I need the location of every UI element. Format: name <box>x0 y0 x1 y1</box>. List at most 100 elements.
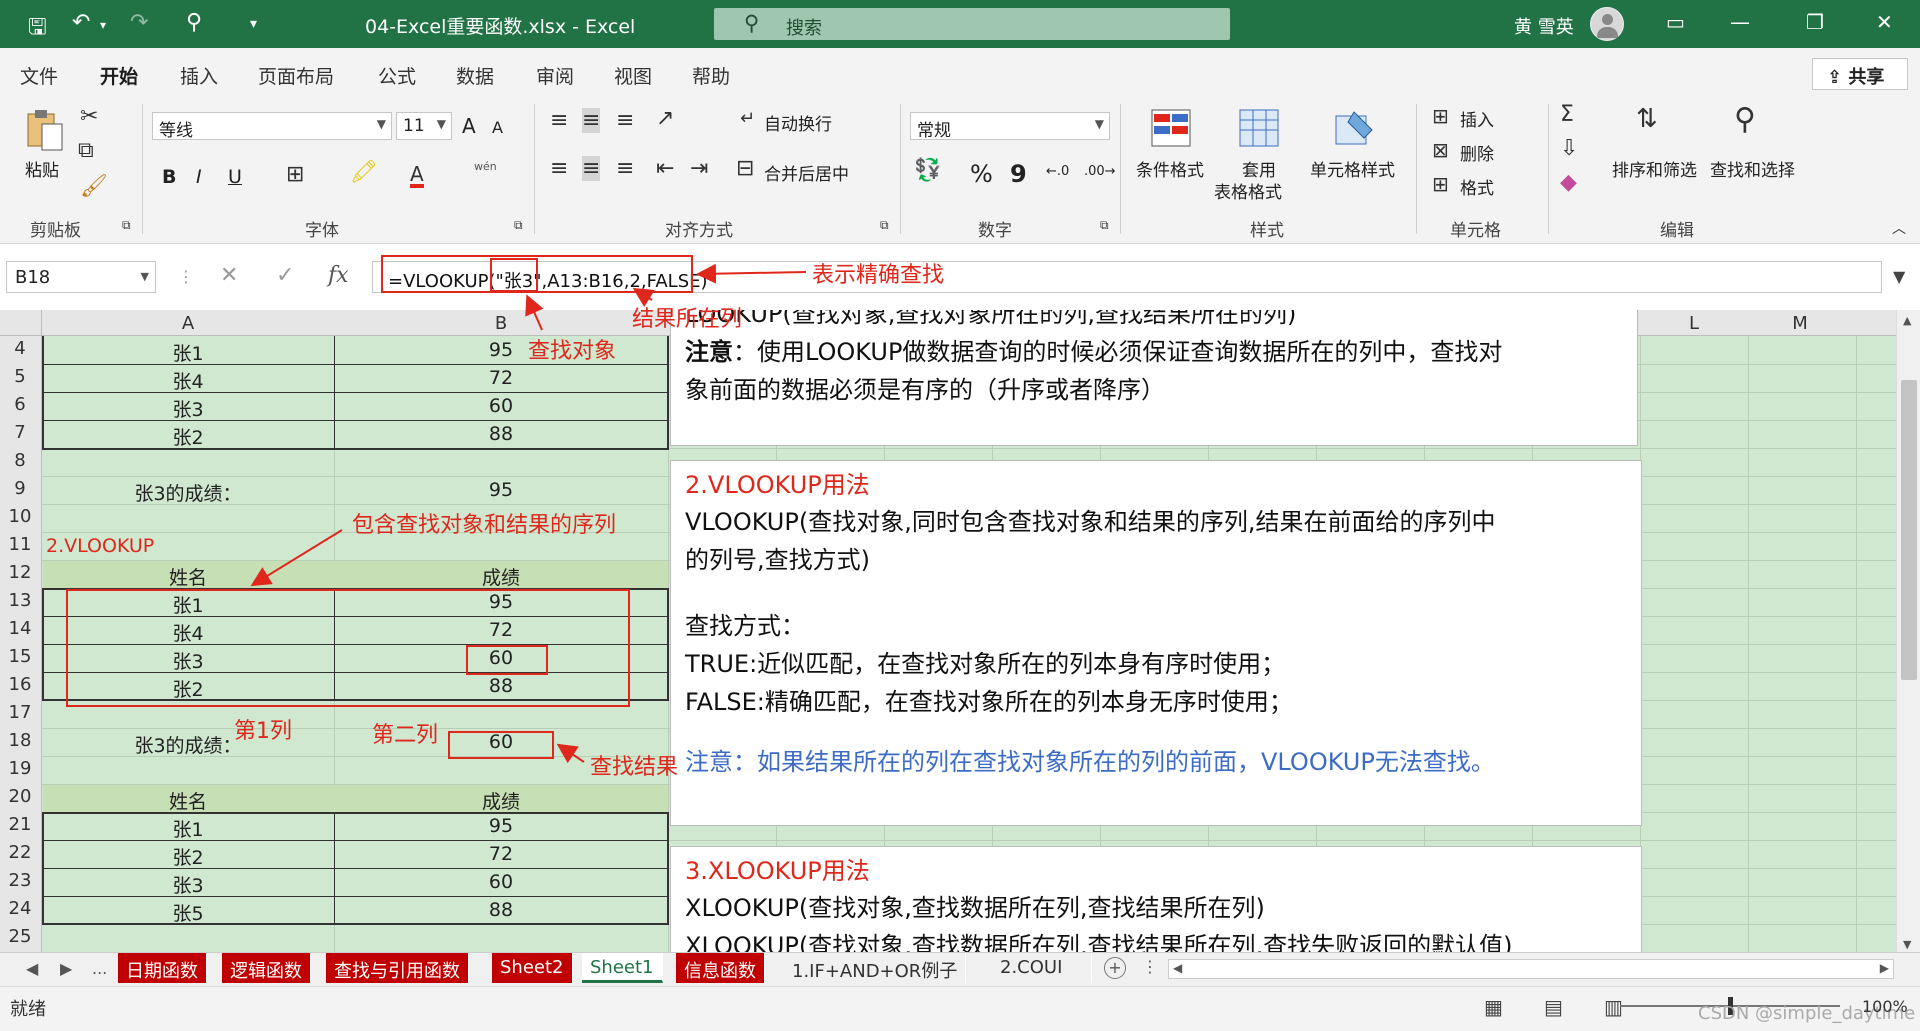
cell-a23[interactable]: 张3 <box>42 871 334 898</box>
clear-icon[interactable]: ◆ <box>1560 170 1577 195</box>
page-layout-view-icon[interactable]: ▤ <box>1544 995 1563 1019</box>
cell-a21[interactable]: 张1 <box>42 815 334 842</box>
row-header-24[interactable]: 24 <box>0 898 40 919</box>
increase-decimal-button[interactable]: ←.0 <box>1046 164 1069 179</box>
grow-font-button[interactable]: A <box>462 114 476 138</box>
col-header-b[interactable]: B <box>334 313 668 334</box>
align-bottom-icon[interactable]: ≡ <box>616 108 634 133</box>
align-top-icon[interactable]: ≡ <box>550 108 568 133</box>
tab-help[interactable]: 帮助 <box>692 62 730 89</box>
alignment-launcher-icon[interactable]: ⧉ <box>880 218 889 233</box>
sort-filter-button[interactable]: 排序和筛选 <box>1612 156 1697 181</box>
undo-icon[interactable]: ↶ <box>72 10 90 35</box>
save-icon[interactable]: 🖫 <box>28 10 47 48</box>
percent-button[interactable]: % <box>970 160 993 188</box>
cell-b5[interactable]: 72 <box>334 367 668 389</box>
scroll-left-icon[interactable]: ◀ <box>1173 961 1182 975</box>
conditional-format-button[interactable]: 条件格式 <box>1136 156 1204 181</box>
fill-color-icon[interactable]: 🖍 <box>350 160 378 185</box>
number-launcher-icon[interactable]: ⧉ <box>1100 218 1109 233</box>
format-as-table-label-2[interactable]: 表格格式 <box>1214 178 1282 203</box>
align-center-icon[interactable]: ≡ <box>582 156 601 181</box>
select-all-corner[interactable] <box>0 310 42 336</box>
merge-center-button[interactable]: 合并后居中 <box>764 160 849 185</box>
sheet-tab-logic-functions[interactable]: 逻辑函数 <box>222 953 311 983</box>
clipboard-launcher-icon[interactable]: ⧉ <box>122 218 131 233</box>
restore-icon[interactable]: ❐ <box>1806 10 1824 34</box>
cell-a7[interactable]: 张2 <box>42 423 334 450</box>
cell-a12[interactable]: 姓名 <box>42 563 334 590</box>
undo-dropdown-icon[interactable]: ▾ <box>100 18 106 32</box>
decrease-decimal-button[interactable]: .00→ <box>1084 164 1116 179</box>
cell-b12[interactable]: 成绩 <box>334 563 668 590</box>
user-name[interactable]: 黄 雪英 <box>1514 13 1574 39</box>
insert-function-button[interactable]: fx <box>328 263 349 288</box>
row-header-11[interactable]: 11 <box>0 534 40 555</box>
col-header-a[interactable]: A <box>42 313 334 334</box>
cell-a20[interactable]: 姓名 <box>42 787 334 814</box>
cell-b6[interactable]: 60 <box>334 395 668 417</box>
sheet-tab-sheet2[interactable]: Sheet2 <box>492 953 573 983</box>
fill-icon[interactable]: ⇩ <box>1560 136 1578 161</box>
tab-file[interactable]: 文件 <box>20 62 58 89</box>
cell-b21[interactable]: 95 <box>334 815 668 837</box>
row-header-15[interactable]: 15 <box>0 646 40 667</box>
number-format-select[interactable]: 常规 ▼ <box>910 112 1110 141</box>
find-select-button[interactable]: 查找和选择 <box>1710 156 1795 181</box>
insert-cells-button[interactable]: 插入 <box>1460 106 1494 131</box>
col-header-l[interactable]: L <box>1644 313 1744 334</box>
avatar[interactable] <box>1590 7 1624 41</box>
cell-b4[interactable]: 95 <box>334 339 668 361</box>
scroll-down-icon[interactable]: ▼ <box>1903 938 1911 951</box>
cell-a11[interactable]: 2.VLOOKUP <box>46 535 154 557</box>
underline-button[interactable]: U <box>228 166 242 188</box>
vertical-scrollbar[interactable]: ▲ ▼ <box>1896 310 1920 958</box>
delete-cells-button[interactable]: 删除 <box>1460 140 1494 165</box>
cell-b23[interactable]: 60 <box>334 871 668 893</box>
redo-icon[interactable]: ↷ <box>130 10 148 35</box>
row-header-21[interactable]: 21 <box>0 814 40 835</box>
page-break-view-icon[interactable]: ▥ <box>1604 995 1623 1019</box>
sheet-tab-date-functions[interactable]: 日期函数 <box>118 953 207 983</box>
cell-b20[interactable]: 成绩 <box>334 787 668 814</box>
font-size-select[interactable]: 11 ▼ <box>396 112 452 140</box>
cell-a24[interactable]: 张5 <box>42 899 334 926</box>
tab-data[interactable]: 数据 <box>456 62 494 89</box>
col-header-m[interactable]: M <box>1750 313 1850 334</box>
scroll-right-icon[interactable]: ▶ <box>1880 961 1889 975</box>
xlookup-usage-textbox[interactable]: 3.XLOOKUP用法 XLOOKUP(查找对象,查找数据所在列,查找结果所在列… <box>670 846 1642 958</box>
close-icon[interactable]: ✕ <box>1876 10 1893 34</box>
cell-a4[interactable]: 张1 <box>42 339 334 366</box>
touch-mode-icon[interactable]: ⚲ <box>186 10 202 35</box>
cell-a5[interactable]: 张4 <box>42 367 334 394</box>
row-header-10[interactable]: 10 <box>0 506 40 527</box>
cell-a9[interactable]: 张3的成绩： <box>42 479 334 506</box>
row-header-4[interactable]: 4 <box>0 338 40 359</box>
row-header-13[interactable]: 13 <box>0 590 40 611</box>
orientation-icon[interactable]: ↗ <box>656 106 674 131</box>
search-box[interactable]: ⚲ 搜索 <box>714 8 1230 40</box>
row-header-6[interactable]: 6 <box>0 394 40 415</box>
merge-center-icon[interactable]: ⊟ <box>736 156 754 181</box>
zoom-level[interactable]: 100% <box>1862 997 1908 1016</box>
row-header-7[interactable]: 7 <box>0 422 40 443</box>
tab-review[interactable]: 审阅 <box>536 62 574 89</box>
conditional-format-icon[interactable] <box>1150 108 1192 148</box>
tab-home[interactable]: 开始 <box>100 62 139 97</box>
shrink-font-button[interactable]: A <box>492 118 503 137</box>
cell-b7[interactable]: 88 <box>334 423 668 445</box>
sheet-tab-countif[interactable]: 2.COUI <box>992 953 1092 983</box>
comma-button[interactable]: 9 <box>1010 160 1027 188</box>
borders-icon[interactable]: ⊞ <box>286 162 304 187</box>
cell-b22[interactable]: 72 <box>334 843 668 865</box>
increase-indent-icon[interactable]: ⇥ <box>690 156 708 181</box>
cut-icon[interactable]: ✂ <box>80 104 98 129</box>
align-left-icon[interactable]: ≡ <box>550 156 568 181</box>
customize-toolbar-icon[interactable]: ▾ <box>250 16 257 32</box>
autosum-icon[interactable]: Σ <box>1560 102 1574 127</box>
format-cells-icon[interactable]: ⊞ <box>1432 172 1449 196</box>
share-button[interactable]: ⇪ 共享 <box>1812 58 1908 90</box>
vertical-scroll-thumb[interactable] <box>1901 380 1917 680</box>
minimize-icon[interactable]: — <box>1730 10 1750 34</box>
ribbon-display-icon[interactable]: ▭ <box>1666 10 1685 34</box>
